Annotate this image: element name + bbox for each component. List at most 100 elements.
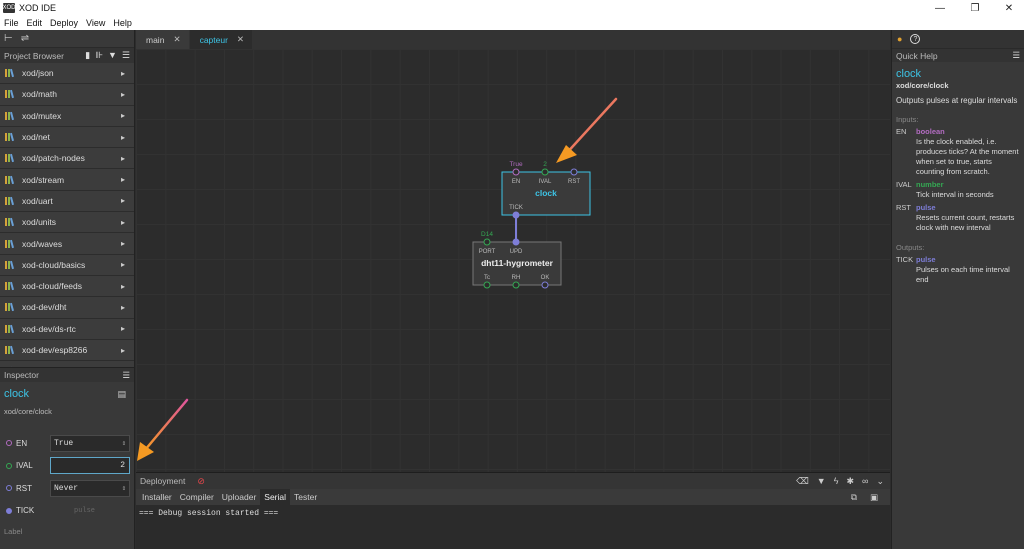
inspector-pin-row: IVAL 2 bbox=[0, 455, 134, 478]
clear-log-icon[interactable]: ⌫ bbox=[796, 476, 809, 487]
library-item[interactable]: xod/math ▸ bbox=[0, 84, 134, 106]
qh-pin-type: pulse bbox=[916, 203, 936, 212]
qh-pin-desc: Pulses on each time interval end bbox=[916, 265, 1010, 284]
port-pin[interactable] bbox=[483, 238, 491, 246]
user-icon[interactable]: ● bbox=[897, 34, 902, 44]
upd-pin[interactable] bbox=[512, 238, 520, 246]
library-item-label: xod-cloud/basics bbox=[22, 259, 86, 270]
menu-icon[interactable]: ☰ bbox=[122, 50, 130, 61]
tc-pin[interactable] bbox=[483, 281, 491, 289]
chevron-right-icon[interactable]: ▸ bbox=[121, 303, 125, 312]
pin-value-select[interactable]: Never ⇕ bbox=[50, 479, 130, 497]
qh-pin-desc: Tick interval in seconds bbox=[916, 190, 994, 199]
library-item[interactable]: xod-dev/ds-rtc ▸ bbox=[0, 319, 134, 340]
new-patch-icon[interactable]: ▮ bbox=[85, 50, 90, 61]
en-pin[interactable] bbox=[512, 168, 520, 176]
library-icon bbox=[5, 239, 16, 248]
doc-icon[interactable]: ▤ bbox=[117, 389, 126, 400]
filter-log-icon[interactable]: ▼ bbox=[817, 476, 826, 487]
library-item[interactable]: xod/mutex ▸ bbox=[0, 106, 134, 127]
inspector-label-caption: Label bbox=[4, 527, 23, 536]
quick-help-menu-icon[interactable]: ☰ bbox=[1012, 50, 1020, 61]
tab-compiler[interactable]: Compiler bbox=[176, 489, 218, 505]
library-item-label: xod/mutex bbox=[22, 110, 62, 121]
ival-pin[interactable] bbox=[541, 168, 549, 176]
library-item[interactable]: xod-dev/dht ▸ bbox=[0, 297, 134, 319]
chevron-right-icon[interactable]: ▸ bbox=[121, 324, 125, 333]
qh-pin-name: IVAL bbox=[896, 180, 912, 189]
library-item[interactable]: xod-cloud/feeds ▸ bbox=[0, 276, 134, 298]
quick-help-title: Quick Help bbox=[896, 50, 938, 61]
clock-node[interactable]: True 2 EN IVAL RST clock TICK bbox=[501, 161, 591, 219]
debug-icon[interactable]: ✱ bbox=[846, 476, 854, 487]
chevron-right-icon[interactable]: ▸ bbox=[121, 154, 125, 163]
patch-canvas[interactable]: True 2 EN IVAL RST clock TICK D14 PORT U… bbox=[136, 49, 890, 472]
chevron-right-icon[interactable]: ▸ bbox=[121, 69, 125, 78]
library-item[interactable]: xod/patch-nodes ▸ bbox=[0, 148, 134, 170]
filter-icon[interactable]: ▼ bbox=[108, 50, 117, 61]
menu-file[interactable]: File bbox=[4, 18, 19, 28]
pin-value-input[interactable]: 2 bbox=[50, 457, 130, 475]
qh-outputs-label: Outputs: bbox=[896, 243, 925, 252]
rh-pin[interactable] bbox=[512, 281, 520, 289]
tab-serial[interactable]: Serial bbox=[260, 489, 291, 505]
sliders-icon[interactable]: ⇌ bbox=[21, 33, 29, 44]
inspector-pins: EN True ⇕ IVAL 2 RST Never ⇕ TICK pulse bbox=[0, 432, 134, 522]
library-item[interactable]: xod/json ▸ bbox=[0, 63, 134, 85]
chevron-right-icon[interactable]: ▸ bbox=[121, 346, 125, 355]
library-item[interactable]: xod/uart ▸ bbox=[0, 191, 134, 213]
add-library-icon[interactable]: ⊪ bbox=[95, 50, 103, 61]
project-browser-title: Project Browser bbox=[4, 50, 64, 61]
tab-installer[interactable]: Installer bbox=[138, 489, 176, 505]
qh-pin-desc: Is the clock enabled, i.e. produces tick… bbox=[916, 137, 1019, 176]
tab-uploader[interactable]: Uploader bbox=[218, 489, 261, 505]
left-toolbar: ⊢ ⇌ bbox=[0, 30, 134, 48]
rst-pin[interactable] bbox=[570, 168, 578, 176]
save-log-icon[interactable]: ▣ bbox=[866, 489, 882, 505]
library-item[interactable]: xod/units ▸ bbox=[0, 212, 134, 234]
chevron-right-icon[interactable]: ▸ bbox=[121, 175, 125, 184]
chevron-right-icon[interactable]: ▸ bbox=[121, 133, 125, 142]
maximize-button[interactable]: ❐ bbox=[960, 0, 990, 16]
menu-view[interactable]: View bbox=[86, 18, 105, 28]
chevron-right-icon[interactable]: ▸ bbox=[121, 260, 125, 269]
ok-pin[interactable] bbox=[541, 281, 549, 289]
chevron-right-icon[interactable]: ▸ bbox=[121, 218, 125, 227]
copy-log-icon[interactable]: ⧉ bbox=[847, 489, 861, 505]
library-item-label: xod/math bbox=[22, 89, 57, 100]
chevron-right-icon[interactable]: ▸ bbox=[121, 111, 125, 120]
library-item[interactable]: xod-cloud/basics ▸ bbox=[0, 255, 134, 276]
library-item-label: xod-dev/dht bbox=[22, 302, 67, 313]
close-tab-icon[interactable]: ✕ bbox=[237, 34, 244, 45]
link-icon[interactable]: ∞ bbox=[862, 476, 868, 487]
library-item[interactable]: xod/stream ▸ bbox=[0, 169, 134, 191]
qh-pin-type: number bbox=[916, 180, 944, 189]
upload-icon[interactable]: ϟ bbox=[834, 476, 839, 487]
tick-pin[interactable] bbox=[512, 211, 520, 219]
menu-help[interactable]: Help bbox=[113, 18, 132, 28]
library-item[interactable]: xod/waves ▸ bbox=[0, 233, 134, 255]
quick-help-header: Quick Help ☰ bbox=[892, 48, 1024, 62]
menu-deploy[interactable]: Deploy bbox=[50, 18, 78, 28]
chevron-right-icon[interactable]: ▸ bbox=[121, 282, 125, 291]
tab-main[interactable]: main ✕ bbox=[136, 30, 189, 49]
dht11-hygrometer-node[interactable]: D14 PORT UPD dht11-hygrometer Tc RH OK bbox=[472, 231, 562, 289]
tc-pin-label: Tc bbox=[484, 275, 490, 281]
help-icon[interactable]: ? bbox=[910, 34, 921, 44]
library-item[interactable]: xod/net ▸ bbox=[0, 127, 134, 149]
inspector-menu-icon[interactable]: ☰ bbox=[122, 370, 130, 381]
chevron-right-icon[interactable]: ▸ bbox=[121, 90, 125, 99]
pin-value-select[interactable]: True ⇕ bbox=[50, 434, 130, 452]
library-item[interactable]: xod-dev/esp8266 ▸ bbox=[0, 340, 134, 362]
tab-capteur[interactable]: capteur ✕ bbox=[189, 30, 253, 49]
close-window-button[interactable]: ✕ bbox=[994, 0, 1024, 16]
chevron-right-icon[interactable]: ▸ bbox=[121, 239, 125, 248]
minimize-button[interactable]: — bbox=[925, 0, 955, 16]
menu-edit[interactable]: Edit bbox=[27, 18, 43, 28]
chevron-right-icon[interactable]: ▸ bbox=[121, 196, 125, 205]
pin-dot-icon bbox=[6, 462, 12, 469]
tab-tester[interactable]: Tester bbox=[290, 489, 321, 505]
close-tab-icon[interactable]: ✕ bbox=[173, 34, 180, 45]
project-tree-icon[interactable]: ⊢ bbox=[4, 33, 13, 44]
collapse-icon[interactable]: ⌄ bbox=[876, 476, 884, 487]
